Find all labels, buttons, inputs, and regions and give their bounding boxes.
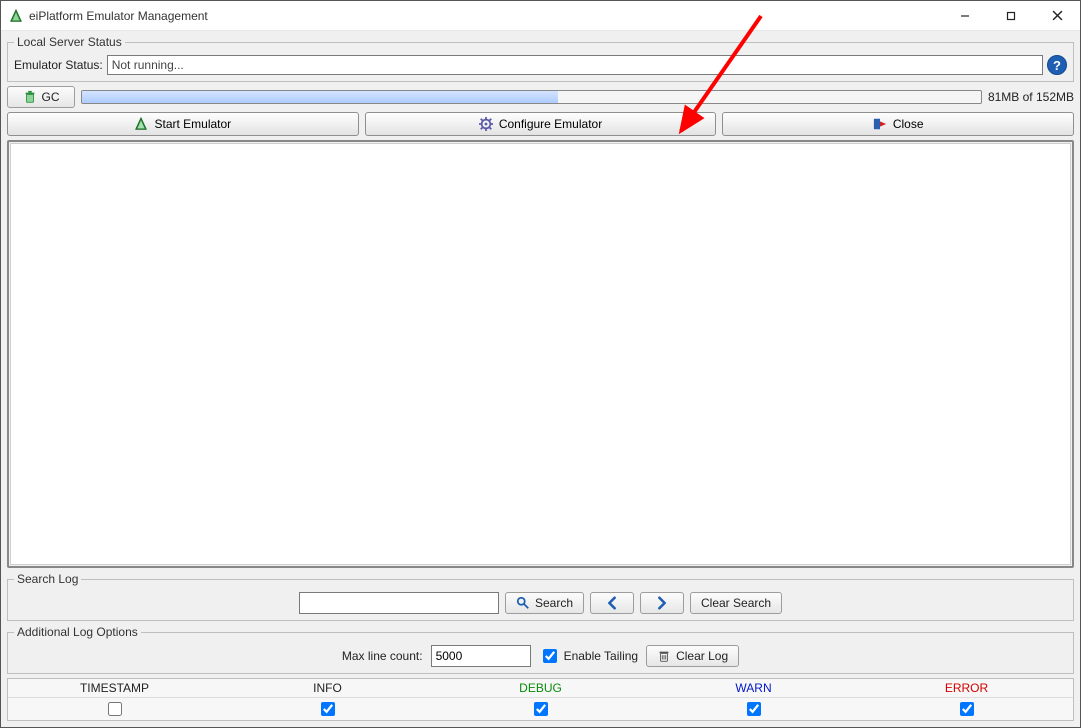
search-icon [516, 596, 530, 610]
status-legend: Local Server Status [14, 35, 125, 49]
memory-row: GC 81MB of 152MB [7, 86, 1074, 108]
chevron-right-icon [655, 596, 669, 610]
local-server-status-group: Local Server Status Emulator Status: ? [7, 35, 1074, 82]
warn-checkbox[interactable] [747, 702, 761, 716]
configure-emulator-label: Configure Emulator [499, 117, 602, 131]
enable-tailing-input[interactable] [543, 649, 557, 663]
help-icon: ? [1053, 58, 1061, 73]
error-checkbox[interactable] [960, 702, 974, 716]
client-area: Local Server Status Emulator Status: ? G… [1, 31, 1080, 727]
close-window-button[interactable] [1034, 1, 1080, 30]
emulator-status-label: Emulator Status: [14, 58, 103, 72]
close-label: Close [893, 117, 924, 131]
title-bar: eiPlatform Emulator Management [1, 1, 1080, 31]
configure-emulator-button[interactable]: Configure Emulator [365, 112, 717, 136]
additional-log-options-legend: Additional Log Options [14, 625, 141, 639]
trash-icon [657, 649, 671, 663]
app-icon [9, 9, 23, 23]
start-emulator-label: Start Emulator [154, 117, 231, 131]
memory-progress-fill [82, 91, 558, 103]
play-icon [134, 117, 148, 131]
search-next-button[interactable] [640, 592, 684, 614]
search-button-label: Search [535, 596, 573, 610]
clear-log-label: Clear Log [676, 649, 728, 663]
search-input[interactable] [299, 592, 499, 614]
exit-icon [873, 117, 887, 131]
main-button-row: Start Emulator Configure Emulator Close [7, 112, 1074, 136]
start-emulator-button[interactable]: Start Emulator [7, 112, 359, 136]
trash-icon [23, 90, 37, 104]
maximize-button[interactable] [988, 1, 1034, 30]
log-area-container [7, 140, 1074, 568]
window-controls [942, 1, 1080, 30]
clear-search-label: Clear Search [701, 596, 771, 610]
gear-icon [479, 117, 493, 131]
info-checkbox[interactable] [321, 702, 335, 716]
col-debug: DEBUG [434, 679, 647, 697]
enable-tailing-checkbox[interactable]: Enable Tailing [539, 646, 639, 666]
additional-log-options-group: Additional Log Options Max line count: E… [7, 625, 1074, 674]
minimize-button[interactable] [942, 1, 988, 30]
debug-checkbox[interactable] [534, 702, 548, 716]
memory-progress-bar [81, 90, 982, 104]
col-error: ERROR [860, 679, 1073, 697]
gc-button[interactable]: GC [7, 86, 75, 108]
memory-text: 81MB of 152MB [988, 90, 1074, 104]
max-line-count-input[interactable] [431, 645, 531, 667]
enable-tailing-label: Enable Tailing [564, 649, 639, 663]
log-output-area[interactable] [10, 143, 1071, 565]
app-window: eiPlatform Emulator Management Local Ser… [0, 0, 1081, 728]
clear-search-button[interactable]: Clear Search [690, 592, 782, 614]
gc-label: GC [42, 90, 60, 104]
col-info: INFO [221, 679, 434, 697]
max-line-count-label: Max line count: [342, 649, 423, 663]
log-level-table: TIMESTAMP INFO DEBUG WARN ERROR [7, 678, 1074, 721]
col-timestamp: TIMESTAMP [8, 679, 221, 697]
close-button[interactable]: Close [722, 112, 1074, 136]
window-title: eiPlatform Emulator Management [29, 9, 208, 23]
emulator-status-field [107, 55, 1043, 75]
search-log-group: Search Log Search [7, 572, 1074, 621]
search-log-legend: Search Log [14, 572, 81, 586]
search-prev-button[interactable] [590, 592, 634, 614]
col-warn: WARN [647, 679, 860, 697]
help-button[interactable]: ? [1047, 55, 1067, 75]
log-level-header-row: TIMESTAMP INFO DEBUG WARN ERROR [8, 679, 1073, 698]
clear-log-button[interactable]: Clear Log [646, 645, 739, 667]
search-button[interactable]: Search [505, 592, 584, 614]
chevron-left-icon [605, 596, 619, 610]
timestamp-checkbox[interactable] [108, 702, 122, 716]
log-level-checkbox-row [8, 698, 1073, 720]
